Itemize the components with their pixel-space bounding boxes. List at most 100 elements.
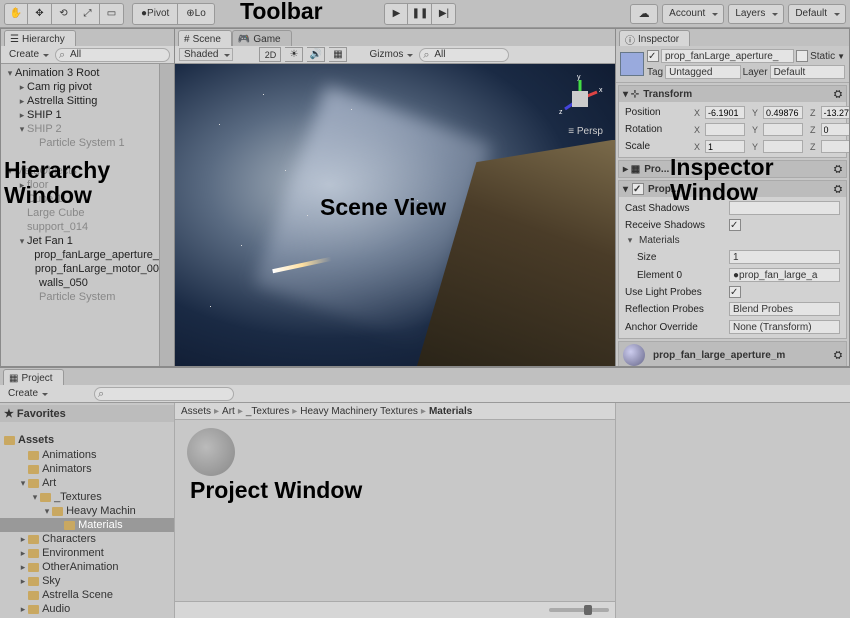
- breadcrumb-item[interactable]: Materials: [429, 406, 472, 417]
- scale-x-field[interactable]: [705, 140, 745, 153]
- project-folder[interactable]: ▾ Art: [0, 476, 174, 490]
- renderer-enabled-checkbox[interactable]: [632, 183, 644, 195]
- gameobject-icon[interactable]: [620, 52, 644, 76]
- project-breadcrumb[interactable]: Assets▸Art▸_Textures▸Heavy Machinery Tex…: [175, 403, 615, 420]
- account-dropdown[interactable]: Account: [662, 4, 724, 24]
- breadcrumb-item[interactable]: _Textures: [246, 406, 289, 417]
- hierarchy-item[interactable]: prop_fanLarge_motor_00: [1, 262, 159, 276]
- asset-item[interactable]: [183, 428, 239, 476]
- slider-thumb[interactable]: [584, 605, 592, 615]
- tag-dropdown[interactable]: Untagged: [665, 65, 740, 79]
- lighting-button[interactable]: ☀: [285, 47, 303, 62]
- layout-dropdown[interactable]: Default: [788, 4, 846, 24]
- project-folder[interactable]: Materials: [0, 518, 174, 532]
- rotation-y-field[interactable]: [763, 123, 803, 136]
- project-folder[interactable]: ▸ Audio: [0, 602, 174, 616]
- project-folder[interactable]: ▸ Characters: [0, 532, 174, 546]
- project-folder[interactable]: ▾ Heavy Machin: [0, 504, 174, 518]
- play-button[interactable]: ▶: [384, 3, 408, 25]
- game-tab[interactable]: 🎮 Game: [232, 30, 292, 46]
- layer-dropdown[interactable]: Default: [770, 65, 845, 79]
- element0-field[interactable]: ● prop_fan_large_a: [729, 268, 840, 282]
- hierarchy-item[interactable]: walls_050: [1, 276, 159, 290]
- object-name-field[interactable]: prop_fanLarge_aperture_: [661, 49, 794, 63]
- rotation-z-field[interactable]: [821, 123, 849, 136]
- active-checkbox[interactable]: [647, 50, 659, 62]
- hierarchy-item[interactable]: ▾SHIP 2: [1, 122, 159, 136]
- rect-tool-button[interactable]: ▭: [100, 3, 124, 25]
- rotate-tool-button[interactable]: ⟲: [52, 3, 76, 25]
- scene-search-input[interactable]: All: [419, 48, 509, 62]
- reflection-probes-dropdown[interactable]: Blend Probes: [729, 302, 840, 316]
- project-folder[interactable]: Astrella Scene: [0, 588, 174, 602]
- receive-shadows-checkbox[interactable]: [729, 219, 741, 231]
- favorites-header[interactable]: ★ Favorites: [0, 405, 174, 422]
- mesh-filter-header[interactable]: ▸ ▦ Pro...⛭: [619, 161, 846, 177]
- hierarchy-tree[interactable]: ▾Animation 3 Root▸Cam rig pivot▸Astrella…: [1, 64, 159, 366]
- hierarchy-create-button[interactable]: Create: [5, 49, 51, 60]
- light-probes-checkbox[interactable]: [729, 286, 741, 298]
- hierarchy-item[interactable]: ▸Astrella Sitting: [1, 94, 159, 108]
- perspective-label[interactable]: ≡ Persp: [568, 126, 603, 137]
- project-tab[interactable]: ▦ Project: [3, 369, 64, 385]
- scale-tool-button[interactable]: ⤢: [76, 3, 100, 25]
- project-folder[interactable]: ▾ _Textures: [0, 490, 174, 504]
- thumbnail-size-slider[interactable]: [549, 608, 609, 612]
- layers-dropdown[interactable]: Layers: [728, 4, 784, 24]
- hierarchy-item[interactable]: Cube 1: [1, 192, 159, 206]
- materials-size-field[interactable]: 1: [729, 250, 840, 264]
- mesh-renderer-header[interactable]: ▾ Prop...⛭: [619, 181, 846, 197]
- project-search-input[interactable]: [94, 387, 234, 401]
- hierarchy-item[interactable]: ▸floor: [1, 178, 159, 192]
- effects-button[interactable]: ▦: [329, 47, 347, 62]
- cast-shadows-dropdown[interactable]: [729, 201, 840, 215]
- project-tree[interactable]: ★ Favorites Assets Animations Animators▾…: [0, 403, 175, 618]
- move-tool-button[interactable]: ✥: [28, 3, 52, 25]
- hierarchy-item[interactable]: prop_fanLarge_aperture_: [1, 248, 159, 262]
- breadcrumb-item[interactable]: Heavy Machinery Textures: [300, 406, 418, 417]
- hierarchy-scrollbar[interactable]: [159, 64, 174, 366]
- hierarchy-item[interactable]: support_014: [1, 220, 159, 234]
- hierarchy-item[interactable]: ▾Jet Fan 1: [1, 234, 159, 248]
- hierarchy-item[interactable]: Particle System 1: [1, 136, 159, 150]
- breadcrumb-item[interactable]: Art: [222, 406, 235, 417]
- hierarchy-search-input[interactable]: All: [55, 48, 170, 62]
- rotation-x-field[interactable]: [705, 123, 745, 136]
- inspector-tab[interactable]: ⓘ Inspector: [619, 30, 690, 46]
- audio-button[interactable]: 🔊: [307, 47, 325, 62]
- hierarchy-item[interactable]: Large Cube: [1, 206, 159, 220]
- project-folder[interactable]: ▸ Sky: [0, 574, 174, 588]
- breadcrumb-item[interactable]: Assets: [181, 406, 211, 417]
- scene-view[interactable]: x y z ≡ Persp: [175, 64, 615, 366]
- pause-button[interactable]: ❚❚: [408, 3, 432, 25]
- shading-mode-dropdown[interactable]: Shaded: [179, 48, 233, 61]
- transform-header[interactable]: ▾ ⊹ Transform⛭: [619, 86, 846, 102]
- project-create-button[interactable]: Create: [4, 388, 50, 399]
- hand-tool-button[interactable]: ✋: [4, 3, 28, 25]
- hierarchy-item[interactable]: ▾MetaObjects: [1, 164, 159, 178]
- scale-y-field[interactable]: [763, 140, 803, 153]
- hierarchy-tab[interactable]: ☰ Hierarchy: [4, 30, 76, 46]
- hierarchy-item[interactable]: ▸Cam rig pivot: [1, 80, 159, 94]
- orientation-gizmo[interactable]: x y z: [555, 74, 605, 124]
- anchor-override-field[interactable]: None (Transform): [729, 320, 840, 334]
- cloud-button[interactable]: ☁: [630, 4, 658, 24]
- position-x-field[interactable]: [705, 106, 745, 119]
- project-folder[interactable]: ▸ Environment: [0, 546, 174, 560]
- material-header[interactable]: prop_fan_large_aperture_m ⛭: [619, 342, 846, 366]
- gizmos-dropdown[interactable]: Gizmos: [365, 49, 415, 60]
- project-folder[interactable]: Animations: [0, 448, 174, 462]
- hierarchy-item[interactable]: Particle System: [1, 290, 159, 304]
- local-button[interactable]: ⊕Lo: [178, 3, 215, 25]
- position-z-field[interactable]: [821, 106, 849, 119]
- project-folder[interactable]: ▸ OtherAnimation: [0, 560, 174, 574]
- project-folder[interactable]: Animators: [0, 462, 174, 476]
- hierarchy-item[interactable]: ▸SHIP 1: [1, 108, 159, 122]
- asset-grid[interactable]: [175, 420, 615, 601]
- mode-2d-button[interactable]: 2D: [259, 47, 281, 62]
- position-y-field[interactable]: [763, 106, 803, 119]
- pivot-button[interactable]: ●Pivot: [132, 3, 178, 25]
- scene-tab[interactable]: # Scene: [178, 30, 232, 46]
- step-button[interactable]: ▶|: [432, 3, 456, 25]
- scale-z-field[interactable]: [821, 140, 849, 153]
